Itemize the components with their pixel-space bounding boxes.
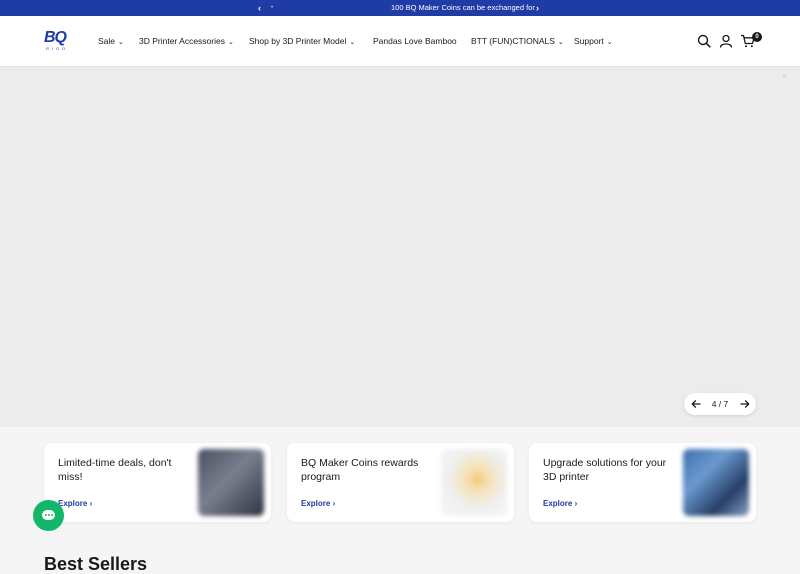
close-icon[interactable]: × bbox=[782, 72, 787, 81]
nav-item-sale[interactable]: Sale ⌄ bbox=[98, 16, 124, 67]
nav-label: Shop by 3D Printer Model bbox=[249, 36, 347, 46]
card-thumbnail bbox=[683, 449, 749, 516]
logo-mark: BQ bbox=[44, 29, 67, 46]
card-thumbnail bbox=[441, 449, 507, 516]
nav-item-support[interactable]: Support ⌄ bbox=[574, 16, 613, 67]
card-thumbnail bbox=[198, 449, 264, 516]
nav-item-pandas-love-bamboo[interactable]: Pandas Love Bamboo bbox=[373, 16, 457, 67]
nav-item-shop-by-model[interactable]: Shop by 3D Printer Model ⌄ bbox=[249, 16, 355, 67]
card-explore-link[interactable]: Explore › bbox=[543, 499, 577, 508]
announcement-dot: • bbox=[271, 5, 274, 11]
chevron-down-icon: ⌄ bbox=[606, 39, 613, 46]
card-title: BQ Maker Coins rewards program bbox=[301, 457, 419, 483]
chat-bubble-icon bbox=[42, 510, 55, 520]
nav-label: Sale bbox=[98, 36, 116, 46]
promo-card-deals[interactable]: Limited-time deals, don't miss! Explore … bbox=[44, 443, 271, 522]
site-logo[interactable]: BQ RIGO bbox=[44, 30, 72, 54]
logo-subtitle: RIGO bbox=[46, 46, 69, 51]
chevron-down-icon: ⌄ bbox=[557, 39, 564, 46]
nav-label: Pandas Love Bamboo bbox=[373, 36, 457, 46]
nav-label: Support bbox=[574, 36, 604, 46]
account-icon[interactable] bbox=[719, 34, 733, 48]
chevron-down-icon: ⌄ bbox=[349, 39, 356, 46]
slider-pager: 4 / 7 bbox=[684, 393, 756, 415]
nav-label: 3D Printer Accessories bbox=[139, 36, 225, 46]
cart-count-badge: 0 bbox=[752, 32, 762, 42]
hero-banner[interactable]: × bbox=[0, 67, 800, 427]
announcement-next-button[interactable]: › bbox=[536, 2, 539, 14]
nav-item-3d-printer-accessories[interactable]: 3D Printer Accessories ⌄ bbox=[139, 16, 234, 67]
chevron-down-icon: ⌄ bbox=[227, 39, 234, 46]
nav-label: BTT (FUN)CTIONALS bbox=[471, 36, 555, 46]
section-title-best-sellers: Best Sellers bbox=[44, 554, 148, 574]
chat-button[interactable] bbox=[33, 500, 64, 531]
promo-card-upgrade[interactable]: Upgrade solutions for your 3D printer Ex… bbox=[529, 443, 756, 522]
announcement-bar: ‹ • 100 BQ Maker Coins can be exchanged … bbox=[0, 0, 800, 16]
nav-item-btt-functionals[interactable]: BTT (FUN)CTIONALS ⌄ bbox=[471, 16, 564, 67]
card-explore-link[interactable]: Explore › bbox=[301, 499, 335, 508]
promo-card-coins[interactable]: BQ Maker Coins rewards program Explore › bbox=[287, 443, 514, 522]
announcement-prev-button[interactable]: ‹ bbox=[258, 2, 261, 14]
card-title: Upgrade solutions for your 3D printer bbox=[543, 457, 667, 483]
card-title: Limited-time deals, don't miss! bbox=[58, 457, 172, 483]
card-explore-link[interactable]: Explore › bbox=[58, 499, 92, 508]
announcement-message[interactable]: 100 BQ Maker Coins can be exchanged for bbox=[391, 0, 535, 16]
arrow-right-icon[interactable] bbox=[740, 397, 750, 411]
site-header: BQ RIGO Sale ⌄ 3D Printer Accessories ⌄ Sh… bbox=[0, 16, 800, 67]
chevron-down-icon: ⌄ bbox=[118, 39, 124, 46]
search-icon[interactable] bbox=[697, 34, 711, 48]
